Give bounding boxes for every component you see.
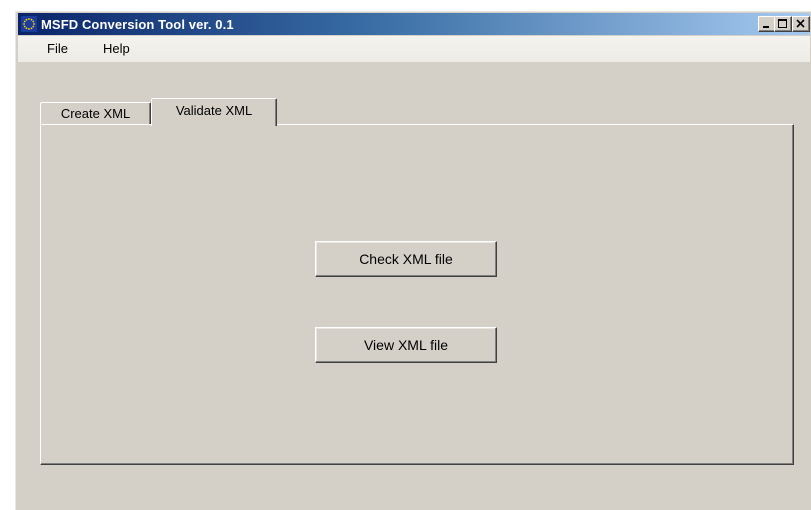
check-xml-file-button[interactable]: Check XML file [315,241,497,277]
tab-validate-xml-label: Validate XML [175,103,253,118]
tab-create-xml-label: Create XML [60,106,131,121]
tab-validate-xml[interactable]: Validate XML [151,98,277,126]
menu-help[interactable]: Help [99,41,134,56]
maximize-button[interactable] [774,16,792,32]
minimize-icon [763,26,769,28]
menu-file[interactable]: File [43,41,72,56]
validate-xml-panel [40,124,794,465]
eu-flag-icon [21,16,37,32]
app-window: MSFD Conversion Tool ver. 0.1 File Help … [14,10,811,510]
menu-bar: File Help [18,36,810,62]
view-xml-file-button[interactable]: View XML file [315,327,497,363]
desktop: MSFD Conversion Tool ver. 0.1 File Help … [0,0,811,510]
window-title: MSFD Conversion Tool ver. 0.1 [41,17,234,32]
title-bar[interactable]: MSFD Conversion Tool ver. 0.1 [18,13,810,35]
tab-create-xml[interactable]: Create XML [40,102,151,124]
close-icon [796,19,805,28]
maximize-icon [778,19,787,28]
close-button[interactable] [792,16,810,32]
